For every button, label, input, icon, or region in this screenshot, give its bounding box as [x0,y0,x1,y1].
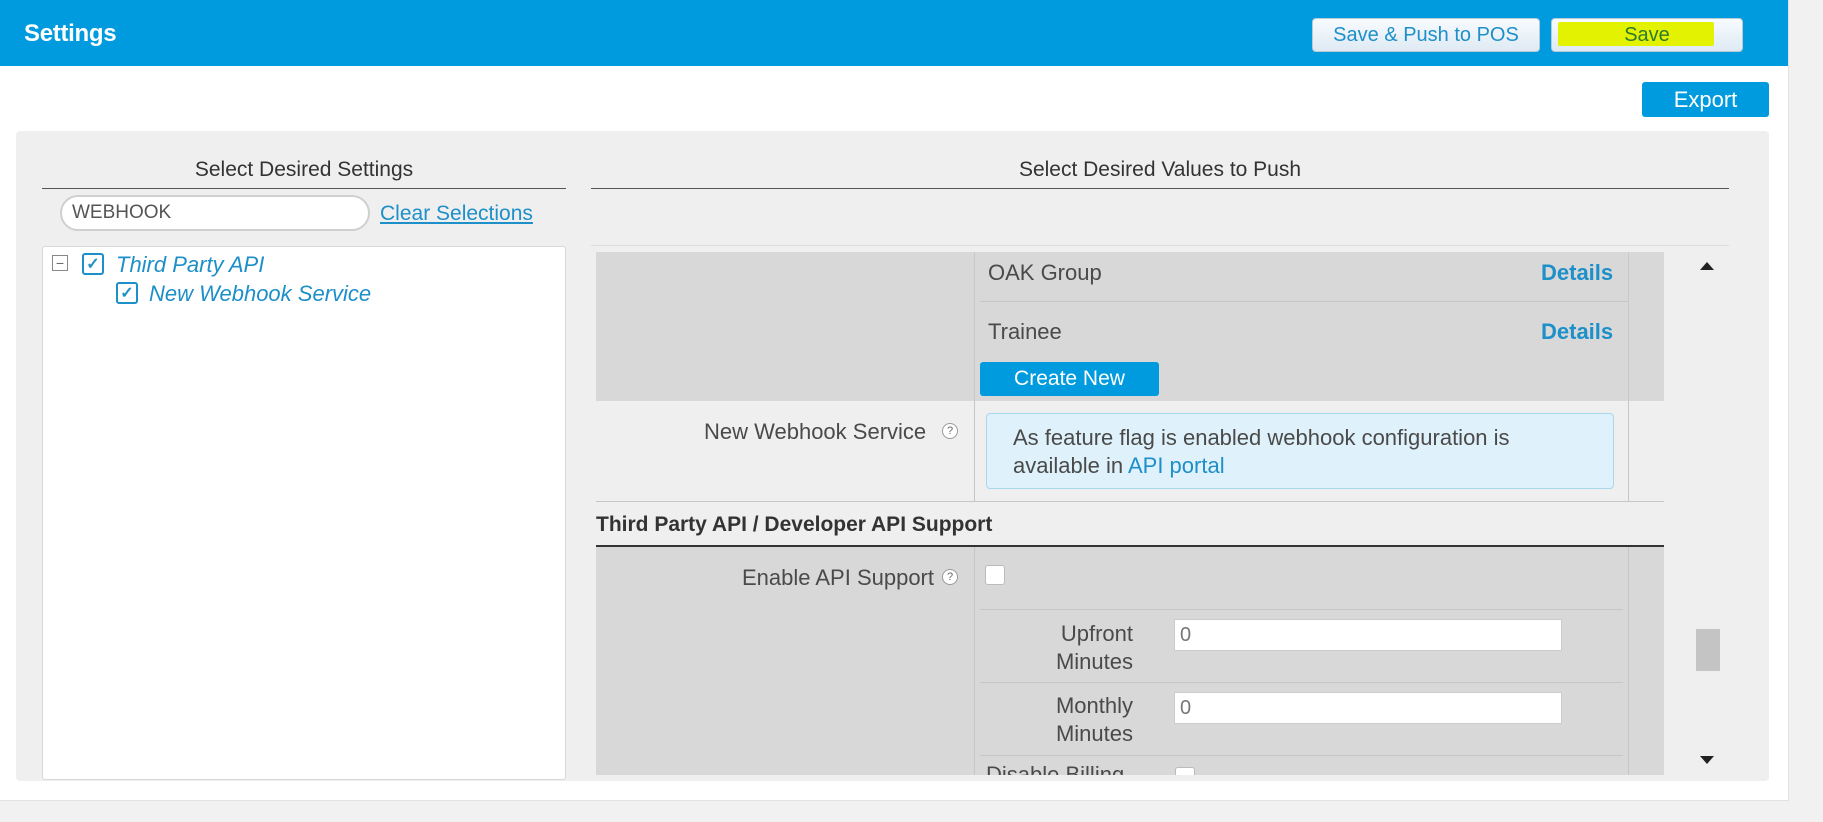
tree-parent-checkbox[interactable]: ✓ [82,253,104,275]
enable-api-label: Enable API Support [741,565,934,590]
save-push-button[interactable]: Save & Push to POS [1312,18,1540,52]
monthly-line2: Minutes [1055,721,1133,746]
left-heading: Select Desired Settings [42,158,566,189]
details-link[interactable]: Details [1541,260,1613,286]
scrollbar-thumb[interactable] [1696,629,1720,671]
info-box: As feature flag is enabled webhook confi… [986,413,1614,489]
group-name: OAK Group [988,260,1102,285]
monthly-label: Monthly Minutes [1000,692,1133,748]
divider [974,547,975,775]
scroll-up-arrow-icon[interactable] [1700,262,1714,270]
divider [596,501,1664,502]
help-glyph: ? [946,425,954,437]
monthly-minutes-input[interactable] [1174,692,1562,724]
help-glyph: ? [946,571,954,583]
divider [1628,401,1629,501]
save-push-label: Save & Push to POS [1333,23,1519,46]
tree-parent-label[interactable]: Third Party API [116,252,264,278]
save-button-text[interactable]: Save [1551,18,1743,52]
api-portal-link[interactable]: API portal [1128,453,1225,478]
divider [1628,252,1629,401]
help-icon[interactable]: ? [942,423,958,439]
upfront-label: Upfront Minutes [1000,620,1133,676]
details-link[interactable]: Details [1541,319,1613,345]
group-name: Trainee [988,319,1062,344]
create-new-button[interactable]: Create New [980,362,1159,396]
tree-child-label[interactable]: New Webhook Service [149,281,371,307]
divider [974,401,975,501]
top-bar: Settings Save & Push to POS Save [0,0,1788,66]
upfront-minutes-input[interactable] [1174,619,1562,651]
divider [980,609,1623,610]
divider [980,682,1623,683]
disable-billing-label: Disable Billing [986,764,1124,775]
upfront-line2: Minutes [1055,649,1133,674]
create-new-label: Create New [1014,367,1125,390]
settings-tree [42,246,566,780]
export-label: Export [1673,86,1738,112]
cut-off-row: Disable Billing [986,764,1136,775]
divider [980,301,1628,302]
section-title: Third Party API / Developer API Support [596,513,993,536]
webhook-label: New Webhook Service [704,419,927,444]
enable-api-checkbox[interactable] [985,565,1005,585]
save-label-overlay: Save [1624,23,1670,46]
search-input[interactable] [60,195,370,231]
info-text: As feature flag is enabled webhook confi… [1013,425,1510,478]
upfront-line1: Upfront [1060,621,1133,646]
divider [591,245,1729,246]
right-heading: Select Desired Values to Push [591,158,1729,189]
tree-child-checkbox[interactable]: ✓ [116,282,138,304]
divider [1628,547,1629,775]
page-title: Settings [24,20,117,47]
monthly-line1: Monthly [1055,693,1133,718]
clear-selections-link[interactable]: Clear Selections [380,202,533,226]
disable-billing-checkbox[interactable] [1175,767,1195,775]
divider [980,755,1623,756]
export-button[interactable]: Export [1642,82,1769,117]
divider [974,252,975,401]
scroll-down-arrow-icon[interactable] [1700,756,1714,764]
help-icon[interactable]: ? [942,569,958,585]
collapse-icon[interactable]: − [52,255,68,271]
